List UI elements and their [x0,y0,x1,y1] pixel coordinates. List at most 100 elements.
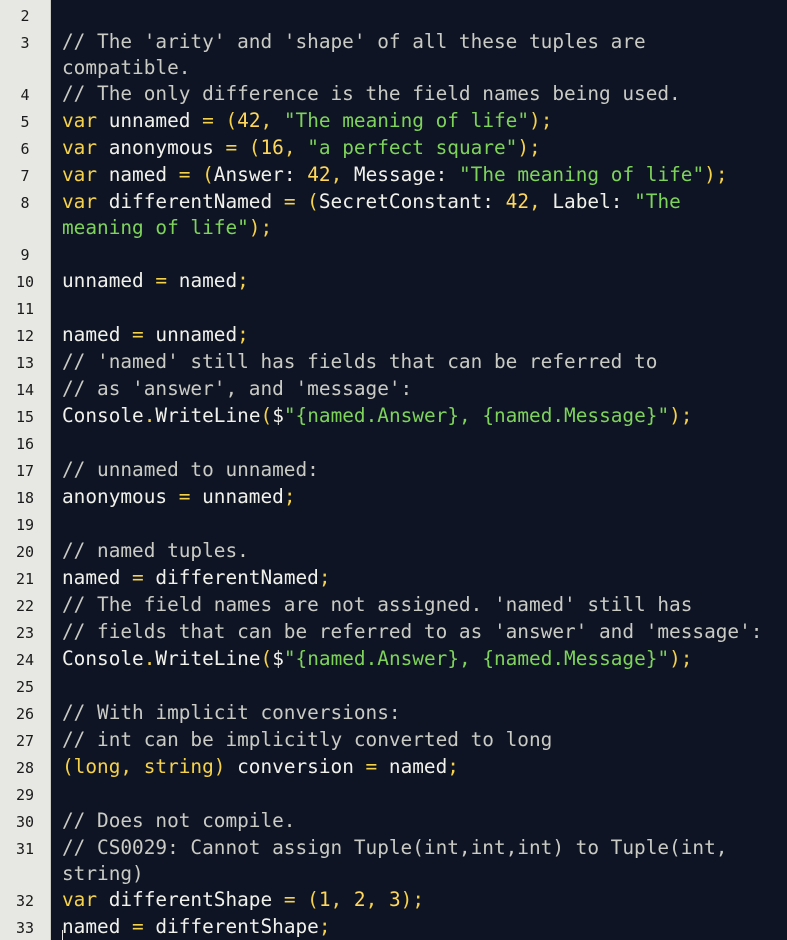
code-line[interactable]: 29 [0,781,787,808]
code-line[interactable]: 7 var named = (Answer: 42, Message: "The … [0,162,787,189]
code-token: , [283,136,308,159]
code-text[interactable]: // as 'answer', and 'message': [50,376,787,402]
code-token: ; [318,566,331,589]
line-number: 6 [20,140,30,158]
code-text[interactable]: var differentShape = (1, 2, 3); [50,887,787,913]
code-line[interactable]: 21 named = differentNamed; [0,565,787,592]
code-token: = [132,323,156,346]
code-line[interactable]: 26 // With implicit conversions: [0,700,787,727]
code-text[interactable]: // fields that can be referred to as 'an… [50,619,787,645]
code-line[interactable]: 15 Console.WriteLine($"{named.Answer}, {n… [0,403,787,430]
code-text[interactable]: // The field names are not assigned. 'na… [50,592,787,618]
code-text[interactable]: // CS0029: Cannot assign Tuple(int,int,i… [50,835,787,887]
code-text[interactable] [50,2,787,28]
text-caret [62,930,63,940]
code-token: WriteLine [155,404,261,427]
code-line[interactable]: 12 named = unnamed; [0,322,787,349]
code-line[interactable]: 14 // as 'answer', and 'message': [0,376,787,403]
code-line[interactable]: 16 [0,430,787,457]
code-token: var [62,136,98,159]
code-lines[interactable]: 2 3// The 'arity' and 'shape' of all thes… [0,2,787,940]
code-line[interactable]: 18 anonymous = unnamed; [0,484,787,511]
code-text[interactable] [50,781,787,807]
code-text[interactable]: var named = (Answer: 42, Message: "The m… [50,162,787,188]
code-token: // The field names are not assigned. 'na… [62,593,693,616]
code-token: . [143,404,156,427]
code-line[interactable]: 23 // fields that can be referred to as '… [0,619,787,646]
code-text[interactable]: // With implicit conversions: [50,700,787,726]
code-token: // With implicit conversions: [62,701,401,724]
code-line[interactable]: 32 var differentShape = (1, 2, 3); [0,887,787,914]
code-token: var [62,163,98,186]
code-text[interactable]: Console.WriteLine($"{named.Answer}, {nam… [50,403,787,429]
code-text[interactable]: named = differentShape; [50,914,787,940]
code-token: // int can be implicitly converted to lo… [62,728,553,751]
code-line[interactable]: 31 // CS0029: Cannot assign Tuple(int,int… [0,835,787,887]
code-text[interactable]: unnamed = named; [50,268,787,294]
code-token: // fields that can be referred to as 'an… [62,620,763,643]
code-token: unnamed [62,269,156,292]
code-token: var [62,888,98,911]
code-line[interactable]: 25 [0,673,787,700]
code-line[interactable]: 30 // Does not compile. [0,808,787,835]
code-line[interactable]: 33 named = differentShape; [0,914,787,940]
code-line[interactable]: 22 // The field names are not assigned. '… [0,592,787,619]
code-line[interactable]: 17 // unnamed to unnamed: [0,457,787,484]
code-text[interactable]: // The only difference is the field name… [50,81,787,107]
code-token: anonymous [62,485,179,508]
code-text[interactable]: named = differentNamed; [50,565,787,591]
code-token: "a perfect square" [307,136,518,159]
code-editor[interactable]: 2 3// The 'arity' and 'shape' of all thes… [0,0,787,940]
code-line[interactable]: 27 // int can be implicitly converted to … [0,727,787,754]
code-text[interactable]: var differentNamed = (SecretConstant: 42… [50,189,787,241]
code-line[interactable]: 3 // The 'arity' and 'shape' of all these… [0,29,787,81]
line-number: 7 [20,167,30,185]
code-text[interactable]: Console.WriteLine($"{named.Answer}, {nam… [50,646,787,672]
code-text[interactable]: // The 'arity' and 'shape' of all these … [50,29,787,81]
code-line[interactable]: 2 [0,2,787,29]
code-token: var [62,109,98,132]
code-line[interactable]: 13 // 'named' still has fields that can b… [0,349,787,376]
line-number: 30 [15,813,35,831]
code-text[interactable] [50,430,787,456]
code-token: ); [529,109,553,132]
code-text[interactable]: var unnamed = (42, "The meaning of life"… [50,108,787,134]
line-number: 24 [15,651,35,669]
code-text[interactable]: // named tuples. [50,538,787,564]
code-text[interactable]: // unnamed to unnamed: [50,457,787,483]
code-line[interactable]: 28 (long, string) conversion = named; [0,754,787,781]
line-number: 15 [15,408,35,426]
code-text[interactable] [50,295,787,321]
code-line[interactable]: 19 [0,511,787,538]
code-line[interactable]: 5 var unnamed = (42, "The meaning of life… [0,108,787,135]
code-text[interactable] [50,241,787,267]
code-text[interactable]: // 'named' still has fields that can be … [50,349,787,375]
code-line[interactable]: 4 // The only difference is the field nam… [0,81,787,108]
line-number: 5 [20,113,30,131]
line-number: 33 [15,919,35,937]
code-line[interactable]: 8 var differentNamed = (SecretConstant: 4… [0,189,787,241]
line-number: 9 [20,246,30,264]
code-text[interactable]: // int can be implicitly converted to lo… [50,727,787,753]
code-text[interactable] [50,511,787,537]
code-text[interactable]: named = unnamed; [50,322,787,348]
code-token: 16 [260,136,284,159]
code-line[interactable]: 24 Console.WriteLine($"{named.Answer}, {n… [0,646,787,673]
code-token: unnamed [155,323,238,346]
code-token: // The 'arity' and 'shape' of all these … [62,30,646,79]
code-line[interactable]: 20 // named tuples. [0,538,787,565]
code-text[interactable]: (long, string) conversion = named; [50,754,787,780]
code-token: differentNamed [155,566,319,589]
code-line[interactable]: 6 var anonymous = (16, "a perfect square"… [0,135,787,162]
code-line[interactable]: 11 [0,295,787,322]
code-line[interactable]: 9 [0,241,787,268]
code-token: anonymous [97,136,226,159]
code-token: named [388,755,448,778]
code-token: ); [669,404,693,427]
code-text[interactable]: // Does not compile. [50,808,787,834]
code-text[interactable]: var anonymous = (16, "a perfect square")… [50,135,787,161]
code-line[interactable]: 10 unnamed = named; [0,268,787,295]
code-token: // unnamed to unnamed: [62,458,319,481]
code-text[interactable]: anonymous = unnamed; [50,484,787,510]
code-text[interactable] [50,673,787,699]
